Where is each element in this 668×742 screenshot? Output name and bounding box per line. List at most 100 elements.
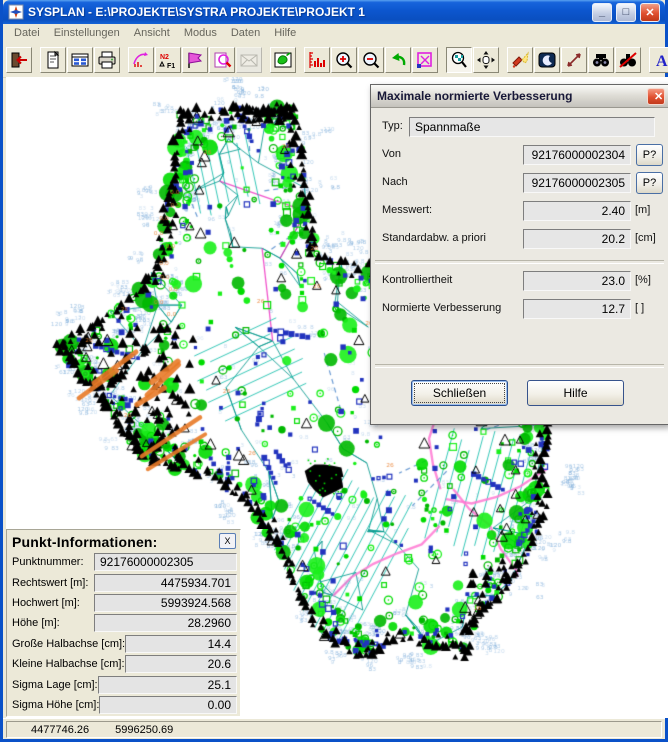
point-number-field[interactable]: 92176000002305 — [94, 553, 237, 571]
typ-label: Typ: — [382, 120, 403, 132]
menu-item-ansicht[interactable]: Ansicht — [127, 25, 177, 41]
easting-label: Rechtswert [m]: — [12, 577, 94, 589]
toolbar-night-view-button[interactable] — [534, 47, 560, 73]
northing-field[interactable]: 5993924.568 — [94, 594, 237, 612]
height-field[interactable]: 28.2960 — [94, 614, 237, 632]
norm-verbesserung-field[interactable]: 12.7 — [523, 299, 631, 319]
sigma-height-label: Sigma Höhe [cm]: — [12, 699, 99, 711]
toolbar-point-numbering-button[interactable]: N2F1 — [155, 47, 181, 73]
svg-text:N2: N2 — [160, 54, 169, 61]
toolbar-binoculars-button[interactable] — [588, 47, 614, 73]
toolbar-measure-button[interactable] — [561, 47, 587, 73]
menu-item-datei[interactable]: Datei — [7, 25, 47, 41]
dialog-close-icon[interactable]: ✕ — [647, 88, 665, 105]
point-numbering-icon: N2F1 — [158, 50, 178, 70]
toolbar-binoculars-off-button[interactable] — [615, 47, 641, 73]
dialog-separator-1 — [375, 260, 664, 264]
typ-field[interactable]: Spannmaße — [409, 117, 655, 137]
schliessen-button[interactable]: Schließen — [411, 380, 508, 406]
menu-item-einstellungen[interactable]: Einstellungen — [47, 25, 127, 41]
toolbar-group — [270, 47, 297, 73]
major-axis-label: Große Halbachse [cm]: — [12, 638, 125, 650]
sigma-position-field[interactable]: 25.1 — [98, 676, 237, 694]
toolbar-flag-button[interactable] — [182, 47, 208, 73]
toolbar-histogram-button[interactable] — [304, 47, 330, 73]
toolbar-table-button[interactable] — [67, 47, 93, 73]
zoom-in-icon — [334, 50, 354, 70]
menu-item-hilfe[interactable]: Hilfe — [267, 25, 303, 41]
von-point-picker-button[interactable]: P? — [636, 144, 663, 166]
toolbar-mail-button[interactable] — [236, 47, 262, 73]
norm-verbesserung-label: Normierte Verbesserung — [382, 302, 501, 314]
report-icon — [43, 50, 63, 70]
easting-field[interactable]: 4475934.701 — [94, 574, 237, 592]
max-normalized-correction-dialog: Maximale normierte Verbesserung ✕ Typ: S… — [370, 84, 668, 425]
menu-bar: Datei Einstellungen Ansicht Modus Daten … — [3, 24, 665, 42]
menu-item-daten[interactable]: Daten — [224, 25, 267, 41]
toolbar-group — [446, 47, 500, 73]
zoom-window-icon — [449, 50, 469, 70]
toolbar-exit-button[interactable] — [6, 47, 32, 73]
point-number-label: Punktnummer: — [12, 556, 94, 568]
nach-label: Nach — [382, 176, 408, 188]
flag-icon — [185, 50, 205, 70]
maximize-button[interactable]: □ — [616, 3, 636, 22]
toolbar-zoom-window-button[interactable] — [446, 47, 472, 73]
zoom-out-icon — [361, 50, 381, 70]
toolbar-sketch-button[interactable] — [128, 47, 154, 73]
close-button[interactable]: ✕ — [640, 3, 660, 22]
svg-text:F1: F1 — [167, 63, 175, 70]
night-view-icon — [537, 50, 557, 70]
print-icon — [97, 50, 117, 70]
point-info-title: Punkt-Informationen: — [7, 530, 240, 552]
toolbar-undo-button[interactable] — [385, 47, 411, 73]
svg-text:A: A — [656, 53, 668, 70]
toolbar-zoom-extents-button[interactable] — [412, 47, 438, 73]
toolbar-group: AA — [649, 47, 668, 73]
stdabw-label: Standardabw. a priori — [382, 232, 486, 244]
major-axis-field[interactable]: 14.4 — [125, 635, 237, 653]
toolbar-map-button[interactable] — [270, 47, 296, 73]
app-icon — [8, 4, 24, 20]
sigma-height-field[interactable]: 0.00 — [99, 696, 237, 714]
status-northing: 5996250.69 — [115, 724, 173, 736]
toolbar-print-button[interactable] — [94, 47, 120, 73]
stdabw-unit: [cm] — [635, 232, 656, 244]
sketch-icon — [131, 50, 151, 70]
table-icon — [70, 50, 90, 70]
toolbar-labels-on-button[interactable]: A — [649, 47, 668, 73]
kontrolliertheit-field[interactable]: 23.0 — [523, 271, 631, 291]
mail-icon — [239, 50, 259, 70]
nach-field[interactable]: 92176000002305 — [523, 173, 631, 193]
flashlight-icon — [510, 50, 530, 70]
binoculars-off-icon — [618, 50, 638, 70]
toolbar-group — [40, 47, 121, 73]
stdabw-field[interactable]: 20.2 — [523, 229, 631, 249]
toolbar-pan-button[interactable] — [473, 47, 499, 73]
nach-point-picker-button[interactable]: P? — [636, 172, 663, 194]
von-field[interactable]: 92176000002304 — [523, 145, 631, 165]
toolbar-zoom-in-button[interactable] — [331, 47, 357, 73]
toolbar-search-document-button[interactable] — [209, 47, 235, 73]
measure-icon — [564, 50, 584, 70]
messwert-label: Messwert: — [382, 204, 432, 216]
window-title: SYSPLAN - E:\PROJEKTE\SYSTRA PROJEKTE\PR… — [28, 5, 588, 19]
labels-on-icon: A — [652, 50, 668, 70]
messwert-field[interactable]: 2.40 — [523, 201, 631, 221]
application-window: SYSPLAN - E:\PROJEKTE\SYSTRA PROJEKTE\PR… — [0, 0, 668, 742]
minor-axis-field[interactable]: 20.6 — [125, 655, 238, 673]
toolbar-group: N2F1 — [128, 47, 263, 73]
messwert-unit: [m] — [635, 204, 650, 216]
toolbar-flashlight-button[interactable] — [507, 47, 533, 73]
undo-icon — [388, 50, 408, 70]
menu-item-modus[interactable]: Modus — [177, 25, 224, 41]
toolbar-report-button[interactable] — [40, 47, 66, 73]
hilfe-button[interactable]: Hilfe — [527, 380, 624, 406]
point-info-close-button[interactable]: X — [219, 533, 236, 549]
zoom-extents-icon — [415, 50, 435, 70]
minimize-button[interactable]: _ — [592, 3, 612, 22]
toolbar-zoom-out-button[interactable] — [358, 47, 384, 73]
coordinate-readout: 4477746.26 5996250.69 — [6, 721, 662, 738]
toolbar-group — [507, 47, 642, 73]
norm-verbesserung-unit: [ ] — [635, 302, 644, 314]
